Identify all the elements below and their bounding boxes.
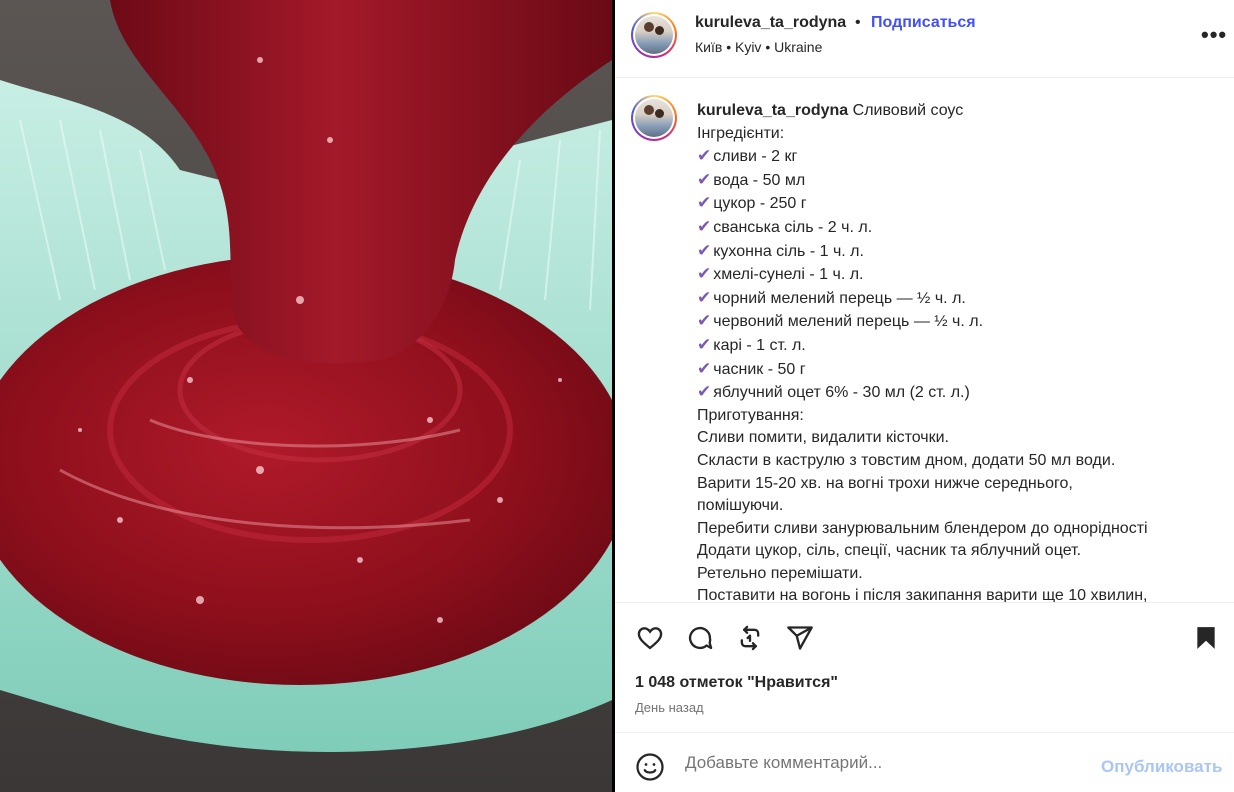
caption-line-text: кухонна сіль - 1 ч. л. [713, 242, 864, 260]
caption-area: kuruleva_ta_rodyna Сливовий соус Інгреді… [615, 79, 1234, 602]
caption-line-text: Інгредієнти: [697, 124, 785, 142]
caption-line-text: чорний мелений перець — ½ ч. л. [713, 289, 966, 307]
caption-username[interactable]: kuruleva_ta_rodyna [697, 102, 848, 119]
caption-line-text: яблучний оцет 6% - 30 мл (2 ст. л.) [713, 384, 970, 402]
location-link[interactable]: Київ • Kyiv • Ukraine [695, 39, 822, 55]
caption-line-text: Сливи помити, видалити кісточки. [697, 429, 949, 447]
caption-line-text: Приготування: [697, 406, 804, 424]
caption-line: ✔ чорний мелений перець — ½ ч. л. [697, 287, 1217, 311]
caption-line: Перебити сливи занурювальним блендером д… [697, 518, 1217, 541]
caption-line-text: червоний мелений перець — ½ ч. л. [713, 313, 984, 331]
author-avatar[interactable] [631, 12, 677, 58]
caption-line-text: Скласти в каструлю з товстим дном, додат… [697, 451, 1116, 469]
post-header: kuruleva_ta_rodyna • Подписаться Київ • … [615, 0, 1234, 78]
comment-input[interactable] [685, 753, 1065, 773]
caption-line-text: вода - 50 мл [713, 171, 806, 189]
caption-line: помішуючи. [697, 495, 1217, 518]
caption-line: ✔ сванська сіль - 2 ч. л. [697, 216, 1217, 240]
caption-line-text: Перебити сливи занурювальним блендером д… [697, 519, 1148, 537]
caption-line-text: помішуючи. [697, 497, 784, 515]
caption-line-text: Варити 15-20 хв. на вогні трохи нижче се… [697, 474, 1073, 492]
caption-line-text: часник - 50 г [713, 360, 806, 378]
caption-text: kuruleva_ta_rodyna Сливовий соус Інгреді… [697, 100, 1217, 602]
bookmark-icon[interactable] [1191, 623, 1221, 653]
post-comment-button[interactable]: Опубликовать [1101, 757, 1222, 777]
caption-line: Варити 15-20 хв. на вогні трохи нижче се… [697, 473, 1217, 496]
checkmark-icon: ✔ [697, 169, 712, 189]
checkmark-icon: ✔ [697, 287, 712, 307]
author-username[interactable]: kuruleva_ta_rodyna [695, 14, 846, 32]
caption-line-text: хмелі-сунелі - 1 ч. л. [713, 266, 864, 284]
checkmark-icon: ✔ [697, 216, 712, 236]
caption-title: Сливовий соус [852, 102, 964, 119]
plum-sauce-photo [0, 0, 612, 792]
caption-line: Ретельно перемішати. [697, 563, 1217, 586]
caption-line-text: карі - 1 ст. л. [713, 336, 806, 354]
emoji-icon[interactable] [635, 752, 665, 787]
checkmark-icon: ✔ [697, 382, 712, 402]
more-options-icon[interactable]: ••• [1201, 22, 1227, 48]
caption-line: ✔ вода - 50 мл [697, 169, 1217, 193]
checkmark-icon: ✔ [697, 334, 712, 354]
share-icon[interactable] [785, 623, 815, 653]
checkmark-icon: ✔ [697, 311, 712, 331]
caption-line: Додати цукор, сіль, спеції, часник та яб… [697, 540, 1217, 563]
caption-line-text: сливи - 2 кг [713, 148, 798, 166]
caption-line-text: Додати цукор, сіль, спеції, часник та яб… [697, 542, 1082, 560]
checkmark-icon: ✔ [697, 193, 712, 213]
caption-line-text: сванська сіль - 2 ч. л. [713, 218, 873, 236]
caption-line: ✔ кухонна сіль - 1 ч. л. [697, 240, 1217, 264]
caption-line-text: Ретельно перемішати. [697, 564, 863, 582]
caption-line: Сливи помити, видалити кісточки. [697, 427, 1217, 450]
caption-line: Поставити на вогонь і після закипання ва… [697, 585, 1217, 602]
caption-line-text: Поставити на вогонь і після закипання ва… [697, 587, 1148, 602]
header-separator: • [855, 14, 861, 31]
likes-count[interactable]: 1 048 отметок "Нравится" [635, 674, 838, 692]
comment-icon[interactable] [685, 623, 715, 653]
caption-line: Приготування: [697, 405, 1217, 428]
caption-avatar[interactable] [631, 95, 677, 141]
caption-line: ✔ цукор - 250 г [697, 192, 1217, 216]
caption-line: ✔ яблучний оцет 6% - 30 мл (2 ст. л.) [697, 381, 1217, 405]
checkmark-icon: ✔ [697, 358, 712, 378]
heart-icon[interactable] [635, 623, 665, 653]
post-image[interactable] [0, 0, 612, 792]
checkmark-icon: ✔ [697, 264, 712, 284]
checkmark-icon: ✔ [697, 146, 712, 166]
caption-line: ✔ сливи - 2 кг [697, 145, 1217, 169]
post-panel: kuruleva_ta_rodyna • Подписаться Київ • … [615, 0, 1234, 792]
caption-line: ✔ часник - 50 г [697, 358, 1217, 382]
caption-line: ✔ хмелі-сунелі - 1 ч. л. [697, 263, 1217, 287]
caption-lines: Інгредієнти: ✔ сливи - 2 кг ✔ вода - 50 мл ✔ ц… [697, 123, 1217, 602]
caption-line: ✔ червоний мелений перець — ½ ч. л. [697, 310, 1217, 334]
repost-icon[interactable] [735, 623, 765, 653]
action-bar: 1 048 отметок "Нравится" День назад [615, 602, 1234, 732]
caption-line: Скласти в каструлю з товстим дном, додат… [697, 450, 1217, 473]
follow-button[interactable]: Подписаться [871, 14, 976, 32]
comment-bar: Опубликовать [615, 732, 1234, 792]
checkmark-icon: ✔ [697, 240, 712, 260]
caption-line-text: цукор - 250 г [713, 195, 807, 213]
post-date[interactable]: День назад [635, 700, 704, 715]
caption-line: ✔ карі - 1 ст. л. [697, 334, 1217, 358]
caption-line: Інгредієнти: [697, 123, 1217, 146]
